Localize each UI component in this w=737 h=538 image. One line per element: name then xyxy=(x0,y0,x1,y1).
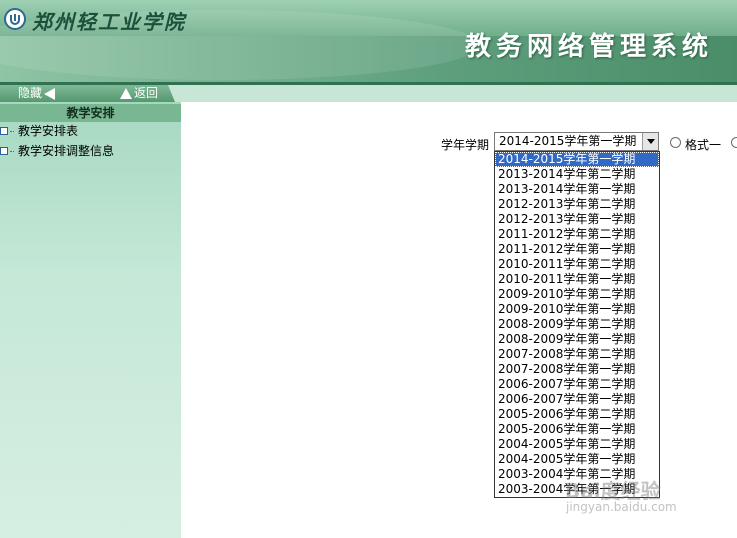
term-option[interactable]: 2010-2011学年第一学期 xyxy=(495,272,659,287)
tree-node-icon xyxy=(0,147,8,155)
triangle-left-icon xyxy=(44,87,56,100)
format-one-radio[interactable] xyxy=(670,137,681,148)
system-title: 教务网络管理系统 xyxy=(464,32,713,62)
sidebar-item-schedule[interactable]: 教学安排表 xyxy=(0,122,78,140)
term-option[interactable]: 2008-2009学年第二学期 xyxy=(495,317,659,332)
term-option[interactable]: 2013-2014学年第二学期 xyxy=(495,167,659,182)
term-option[interactable]: 2007-2008学年第二学期 xyxy=(495,347,659,362)
term-select-value: 2014-2015学年第一学期 xyxy=(499,134,637,148)
term-option[interactable]: 2009-2010学年第一学期 xyxy=(495,302,659,317)
term-option[interactable]: 2005-2006学年第一学期 xyxy=(495,422,659,437)
hide-label: 隐藏 xyxy=(18,86,43,100)
term-option[interactable]: 2013-2014学年第一学期 xyxy=(495,182,659,197)
tree-connector xyxy=(10,130,14,132)
tree-connector xyxy=(10,150,14,152)
format-one-label: 格式一 xyxy=(685,138,722,152)
term-option[interactable]: 2007-2008学年第一学期 xyxy=(495,362,659,377)
term-label: 学年学期 xyxy=(441,138,490,152)
back-label: 返回 xyxy=(134,86,159,100)
back-button[interactable]: 返回 xyxy=(120,86,158,101)
term-option[interactable]: 2009-2010学年第二学期 xyxy=(495,287,659,302)
term-option[interactable]: 2005-2006学年第二学期 xyxy=(495,407,659,422)
sidebar-item-label: 教学安排表 xyxy=(18,124,79,138)
term-option[interactable]: 2006-2007学年第二学期 xyxy=(495,377,659,392)
hide-sidebar-button[interactable]: 隐藏 xyxy=(18,86,56,101)
sidebar-item-label: 教学安排调整信息 xyxy=(18,144,115,158)
dropdown-arrow-icon[interactable] xyxy=(642,133,658,150)
watermark-url: jingyan.baidu.com xyxy=(566,500,677,514)
header-banner: 郑州轻工业学院 教务网络管理系统 xyxy=(0,0,737,82)
sidebar xyxy=(0,102,181,538)
term-option[interactable]: 2014-2015学年第一学期 xyxy=(495,152,659,167)
term-option[interactable]: 2006-2007学年第一学期 xyxy=(495,392,659,407)
sidebar-section-title: 教学安排 xyxy=(0,104,181,122)
school-logo-icon xyxy=(4,8,26,30)
term-dropdown-list[interactable]: 2014-2015学年第一学期 2013-2014学年第二学期 2013-201… xyxy=(494,151,660,498)
triangle-up-icon xyxy=(120,88,132,99)
school-name: 郑州轻工业学院 xyxy=(32,10,186,34)
sidebar-item-schedule-adjust[interactable]: 教学安排调整信息 xyxy=(0,142,114,160)
term-option[interactable]: 2011-2012学年第二学期 xyxy=(495,227,659,242)
term-option[interactable]: 2004-2005学年第一学期 xyxy=(495,452,659,467)
format-two-radio[interactable] xyxy=(731,137,737,148)
term-option[interactable]: 2012-2013学年第二学期 xyxy=(495,197,659,212)
tree-node-icon xyxy=(0,127,8,135)
term-option[interactable]: 2012-2013学年第一学期 xyxy=(495,212,659,227)
term-option[interactable]: 2004-2005学年第二学期 xyxy=(495,437,659,452)
term-select[interactable]: 2014-2015学年第一学期 xyxy=(494,132,659,151)
term-option[interactable]: 2011-2012学年第一学期 xyxy=(495,242,659,257)
term-option[interactable]: 2008-2009学年第一学期 xyxy=(495,332,659,347)
term-option[interactable]: 2010-2011学年第二学期 xyxy=(495,257,659,272)
